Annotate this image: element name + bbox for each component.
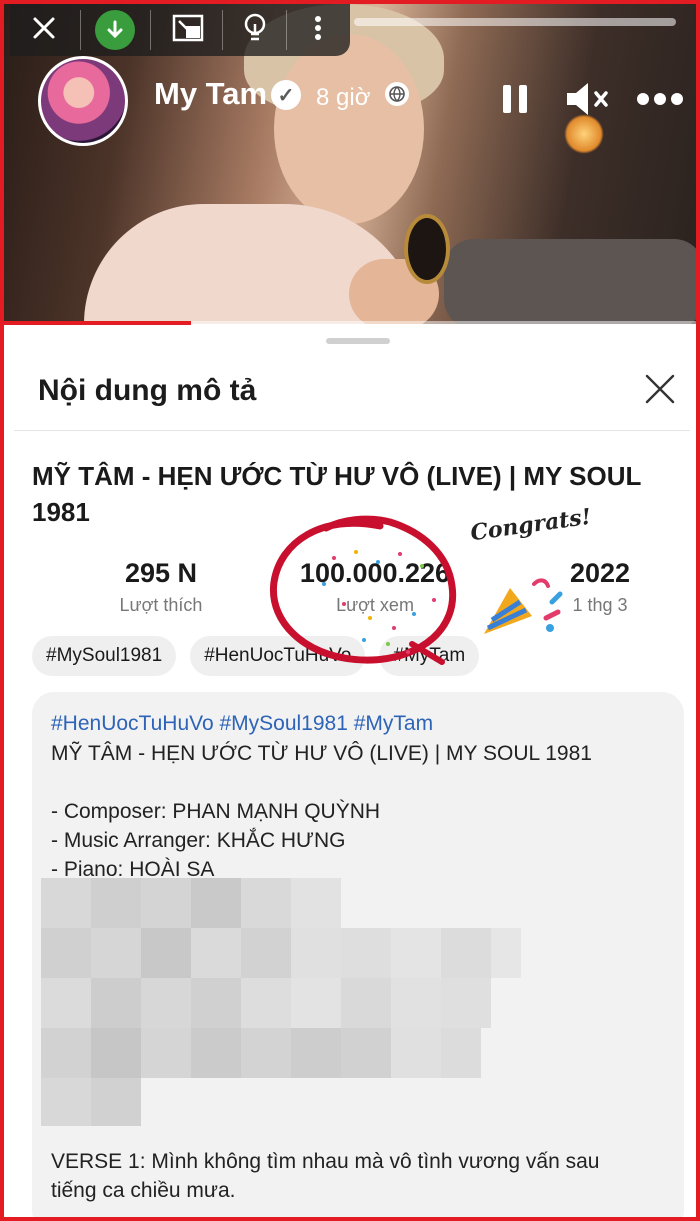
- picture-in-picture-icon[interactable]: [162, 4, 214, 52]
- verified-badge-icon: ✓: [271, 80, 301, 110]
- likes-label: Lượt thích: [119, 595, 203, 615]
- video-player[interactable]: My Tam ✓ 8 giờ: [4, 4, 696, 324]
- description-title-line: MỸ TÂM - HẸN ƯỚC TỪ HƯ VÔ (LIVE) | MY SO…: [51, 742, 592, 765]
- date-stat: 2022 1 thg 3: [554, 558, 646, 616]
- toolbar-divider: [150, 10, 151, 50]
- confetti-decoration: [322, 550, 436, 654]
- toolbar-divider: [286, 10, 287, 50]
- party-popper-icon: [484, 578, 563, 634]
- toolbar-divider: [80, 10, 81, 50]
- download-button[interactable]: [92, 4, 138, 52]
- video-progress-bar[interactable]: [4, 321, 696, 325]
- likes-stat: 295 N Lượt thích: [76, 558, 246, 616]
- sheet-drag-handle[interactable]: [326, 338, 390, 344]
- mute-icon[interactable]: [564, 74, 614, 124]
- description-hashtags[interactable]: #HenUocTuHuVo #MySoul1981 #MyTam: [51, 712, 433, 736]
- globe-icon: [385, 82, 409, 106]
- close-icon[interactable]: [24, 4, 64, 52]
- likes-count: 295 N: [124, 558, 198, 588]
- post-date: 1 thg 3: [572, 595, 628, 615]
- post-time: 8 giờ: [316, 84, 371, 111]
- post-year: 2022: [569, 558, 631, 588]
- download-icon: [95, 10, 135, 50]
- hashtag-chip[interactable]: #MySoul1981: [32, 636, 177, 676]
- top-toolbar: [10, 4, 350, 56]
- description-arranger: - Music Arranger: KHẮC HƯNG: [51, 829, 346, 852]
- description-verse-line: tiếng ca chiều mưa.: [51, 1179, 236, 1202]
- pixelated-redaction: [41, 878, 521, 1126]
- avatar[interactable]: [38, 56, 128, 146]
- description-sheet: Nội dung mô tả MỸ TÂM - HẸN ƯỚC TỪ HƯ VÔ…: [14, 326, 690, 1217]
- video-background-sofa: [444, 239, 696, 324]
- toolbar-divider: [222, 10, 223, 50]
- description-box: #HenUocTuHuVo #MySoul1981 #MyTam MỸ TÂM …: [32, 692, 684, 1217]
- pause-icon[interactable]: [500, 74, 530, 124]
- video-progress-fill: [4, 321, 191, 325]
- description-verse-line: VERSE 1: Mình không tìm nhau mà vô tình …: [51, 1150, 600, 1173]
- sheet-title: Nội dung mô tả: [38, 374, 257, 407]
- video-microphone: [404, 214, 450, 284]
- uploader-name[interactable]: My Tam: [154, 76, 267, 112]
- more-horizontal-icon[interactable]: [636, 74, 684, 124]
- more-vertical-icon[interactable]: [298, 4, 338, 52]
- description-composer: - Composer: PHAN MẠNH QUỲNH: [51, 800, 381, 823]
- video-singer-face: [274, 34, 424, 224]
- lightbulb-icon[interactable]: [232, 4, 278, 52]
- close-icon[interactable]: [640, 372, 680, 412]
- sheet-divider: [14, 430, 690, 431]
- screenshot-frame: My Tam ✓ 8 giờ Nội dung mô tả MỸ TÂM - H…: [0, 0, 700, 1221]
- window-drag-handle[interactable]: [354, 18, 676, 26]
